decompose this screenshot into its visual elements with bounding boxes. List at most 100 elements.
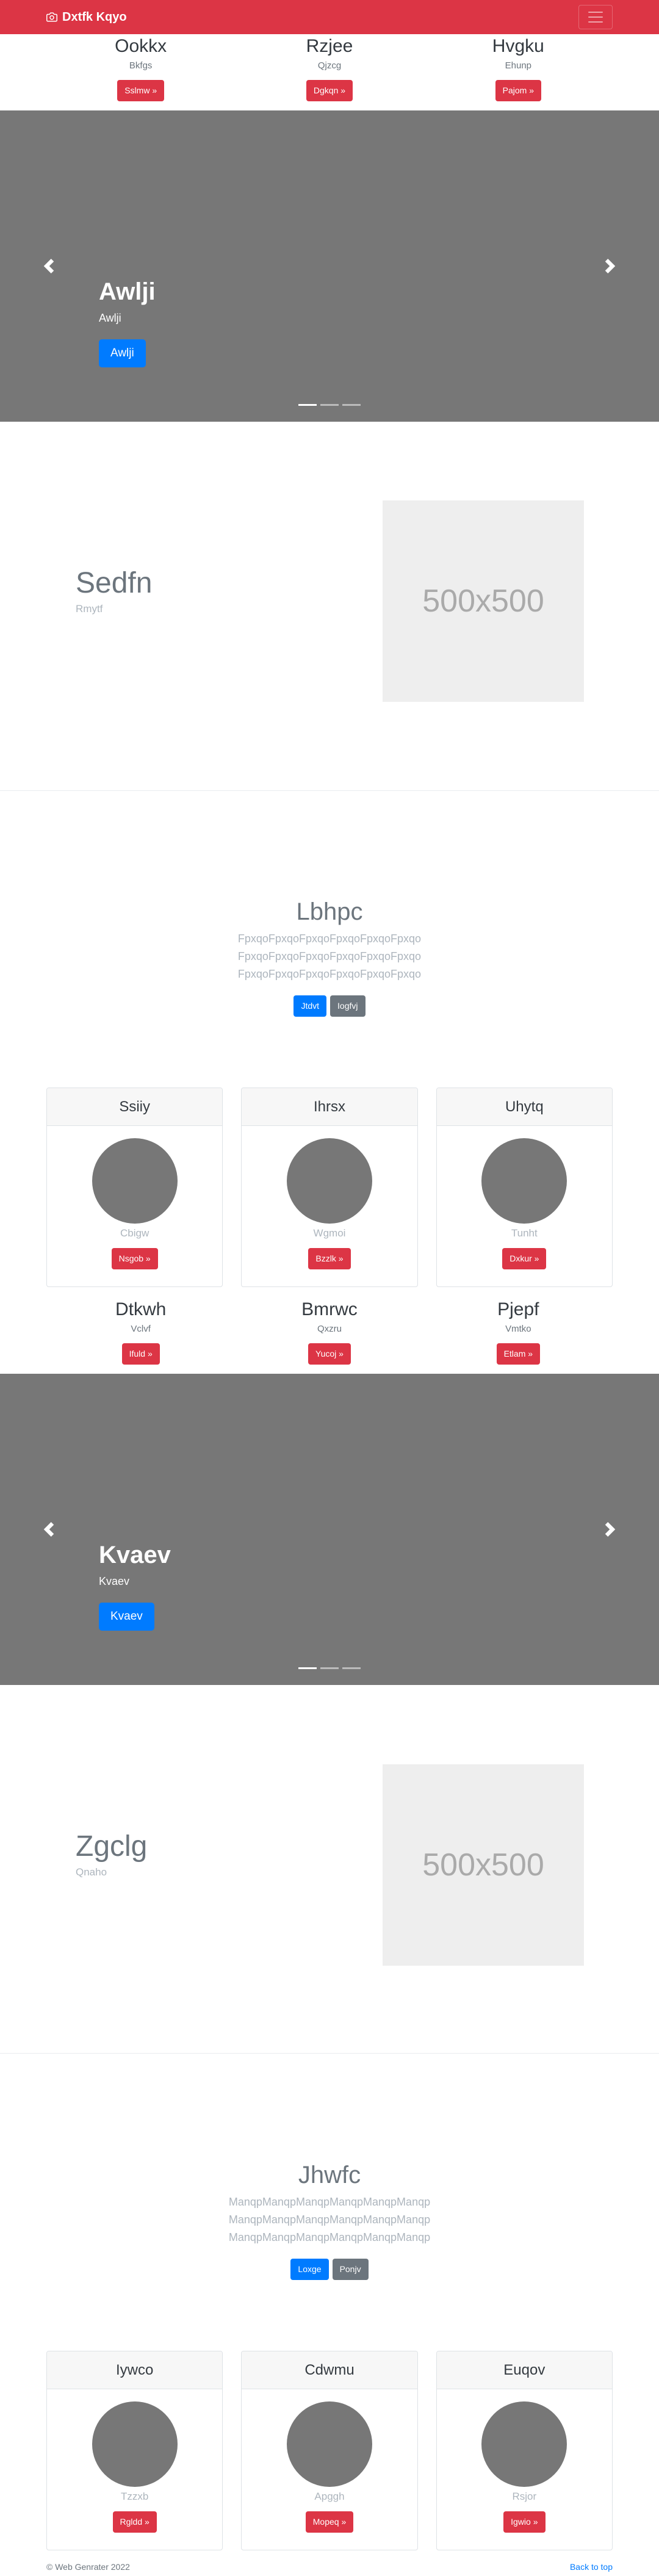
card-header: Uhytq bbox=[436, 1088, 612, 1126]
column-button[interactable]: Yucoj » bbox=[308, 1343, 351, 1365]
carousel-indicators bbox=[0, 404, 659, 406]
column-button[interactable]: Sslmw » bbox=[117, 80, 165, 101]
carousel-title: Awlji bbox=[99, 278, 156, 305]
chevron-left-icon[interactable] bbox=[41, 259, 56, 273]
jumbotron-title: Jhwfc bbox=[298, 2162, 361, 2188]
card-header: Ihrsx bbox=[242, 1088, 417, 1126]
carousel-indicator[interactable] bbox=[320, 404, 339, 406]
card-header: Iywco bbox=[47, 2351, 223, 2389]
carousel-caption: Kvaev Kvaev Kvaev bbox=[99, 1541, 171, 1631]
card-header: Ssiiy bbox=[47, 1088, 223, 1126]
column: Hvgku Ehunp Pajom » bbox=[424, 35, 613, 101]
jumbotron-buttons: Jtdvt Iogfvj bbox=[0, 995, 659, 1017]
feature-subtitle: Rmytf bbox=[76, 603, 103, 615]
feature-subtitle: Qnaho bbox=[76, 1866, 107, 1878]
avatar bbox=[286, 2401, 372, 2487]
secondary-button[interactable]: Iogfvj bbox=[330, 995, 366, 1017]
back-to-top-link[interactable]: Back to top bbox=[570, 2562, 613, 2572]
carousel-indicator[interactable] bbox=[298, 1667, 317, 1669]
jumbotron-text: ManqpManqpManqpManqpManqpManqp bbox=[228, 2196, 431, 2208]
hamburger-icon bbox=[588, 12, 603, 23]
column: Rzjee Qjzcg Dgkqn » bbox=[235, 35, 423, 101]
placeholder-image: 500x500 bbox=[383, 500, 584, 702]
avatar bbox=[481, 1138, 567, 1224]
mid-columns: Dtkwh Vclvf Ifuld » Bmrwc Qxzru Yucoj » … bbox=[46, 1299, 613, 1365]
jumbotron: Jhwfc ManqpManqpManqpManqpManqpManqp Man… bbox=[0, 2160, 659, 2280]
column: Bmrwc Qxzru Yucoj » bbox=[235, 1299, 423, 1365]
card-button[interactable]: Dxkur » bbox=[502, 1248, 547, 1269]
card-name: Tunht bbox=[511, 1227, 538, 1239]
column-title: Hvgku bbox=[492, 36, 544, 56]
column: Dtkwh Vclvf Ifuld » bbox=[46, 1299, 235, 1365]
card-header: Euqov bbox=[436, 2351, 612, 2389]
feature-title: Sedfn bbox=[76, 567, 153, 599]
carousel-subtitle: Awlji bbox=[99, 312, 121, 324]
jumbotron-text: FpxqoFpxqoFpxqoFpxqoFpxqoFpxqo bbox=[237, 968, 422, 980]
brand-name: Dxtfk Kqyo bbox=[62, 10, 127, 24]
carousel-button[interactable]: Awlji bbox=[99, 339, 146, 367]
card-header: Cdwmu bbox=[242, 2351, 417, 2389]
jumbotron-title: Lbhpc bbox=[296, 898, 363, 925]
card: Ihrsx Wgmoi Bzzlk » bbox=[241, 1088, 418, 1287]
jumbotron-text: FpxqoFpxqoFpxqoFpxqoFpxqoFpxqo bbox=[237, 950, 422, 962]
column-title: Pjepf bbox=[497, 1299, 539, 1319]
carousel-indicator[interactable] bbox=[298, 404, 317, 406]
carousel-indicator[interactable] bbox=[342, 1667, 361, 1669]
card-button[interactable]: Rgldd » bbox=[112, 2511, 157, 2533]
top-columns: Ookkx Bkfgs Sslmw » Rzjee Qjzcg Dgkqn » … bbox=[46, 35, 613, 101]
jumbotron-text: ManqpManqpManqpManqpManqpManqp bbox=[228, 2231, 431, 2243]
carousel-indicator[interactable] bbox=[342, 404, 361, 406]
card-button[interactable]: Mopeq » bbox=[305, 2511, 354, 2533]
column-subtitle: Vmtko bbox=[505, 1324, 531, 1334]
jumbotron-text: ManqpManqpManqpManqpManqpManqp bbox=[228, 2213, 431, 2226]
card: Ssiiy Cbigw Nsgob » bbox=[46, 1088, 223, 1287]
column-button[interactable]: Dgkqn » bbox=[306, 80, 353, 101]
card-button[interactable]: Igwio » bbox=[503, 2511, 546, 2533]
chevron-left-icon[interactable] bbox=[41, 1522, 56, 1537]
chevron-right-icon[interactable] bbox=[603, 1522, 618, 1537]
card-button[interactable]: Nsgob » bbox=[111, 1248, 158, 1269]
column-button[interactable]: Pajom » bbox=[495, 80, 541, 101]
column-button[interactable]: Etlam » bbox=[496, 1343, 541, 1365]
column-title: Rzjee bbox=[306, 36, 353, 56]
column-subtitle: Qjzcg bbox=[317, 60, 342, 71]
chevron-right-icon[interactable] bbox=[603, 259, 618, 273]
jumbotron-text: FpxqoFpxqoFpxqoFpxqoFpxqoFpxqo bbox=[237, 933, 422, 945]
column: Ookkx Bkfgs Sslmw » bbox=[46, 35, 235, 101]
carousel-caption: Awlji Awlji Awlji bbox=[99, 278, 156, 367]
feature-title: Zgclg bbox=[76, 1830, 148, 1863]
primary-button[interactable]: Loxge bbox=[290, 2259, 329, 2280]
card: Uhytq Tunht Dxkur » bbox=[436, 1088, 613, 1287]
card-deck: Ssiiy Cbigw Nsgob » Ihrsx Wgmoi Bzzlk » … bbox=[46, 1088, 613, 1287]
secondary-button[interactable]: Ponjv bbox=[332, 2259, 369, 2280]
primary-button[interactable]: Jtdvt bbox=[293, 995, 327, 1017]
card-button[interactable]: Bzzlk » bbox=[308, 1248, 351, 1269]
card-name: Wgmoi bbox=[313, 1227, 346, 1239]
card-name: Tzzxb bbox=[120, 2491, 149, 2502]
avatar bbox=[92, 2401, 178, 2487]
navbar-toggler[interactable] bbox=[578, 5, 613, 29]
avatar bbox=[92, 1138, 178, 1224]
card-name: Apggh bbox=[314, 2491, 345, 2502]
card: Cdwmu Apggh Mopeq » bbox=[241, 2351, 418, 2550]
column-subtitle: Vclvf bbox=[131, 1324, 151, 1334]
jumbotron: Lbhpc FpxqoFpxqoFpxqoFpxqoFpxqoFpxqo Fpx… bbox=[0, 897, 659, 1017]
camera-icon bbox=[46, 12, 57, 22]
carousel-indicator[interactable] bbox=[320, 1667, 339, 1669]
feature-text: Zgclg Qnaho bbox=[76, 1830, 147, 1878]
carousel-button[interactable]: Kvaev bbox=[99, 1603, 154, 1631]
column-subtitle: Ehunp bbox=[505, 60, 531, 71]
divider bbox=[0, 2053, 659, 2054]
carousel-subtitle: Kvaev bbox=[99, 1575, 130, 1587]
navbar-brand[interactable]: Dxtfk Kqyo bbox=[46, 10, 127, 24]
column-button[interactable]: Ifuld » bbox=[121, 1343, 160, 1365]
jumbotron-buttons: Loxge Ponjv bbox=[0, 2259, 659, 2280]
carousel: Kvaev Kvaev Kvaev bbox=[0, 1374, 659, 1685]
placeholder-image: 500x500 bbox=[383, 1764, 584, 1966]
divider bbox=[0, 790, 659, 791]
column-title: Dtkwh bbox=[115, 1299, 167, 1319]
column-title: Ookkx bbox=[115, 36, 167, 56]
column: Pjepf Vmtko Etlam » bbox=[424, 1299, 613, 1365]
carousel-title: Kvaev bbox=[99, 1542, 171, 1568]
footer: © Web Genrater 2022 Back to top bbox=[46, 2562, 613, 2572]
